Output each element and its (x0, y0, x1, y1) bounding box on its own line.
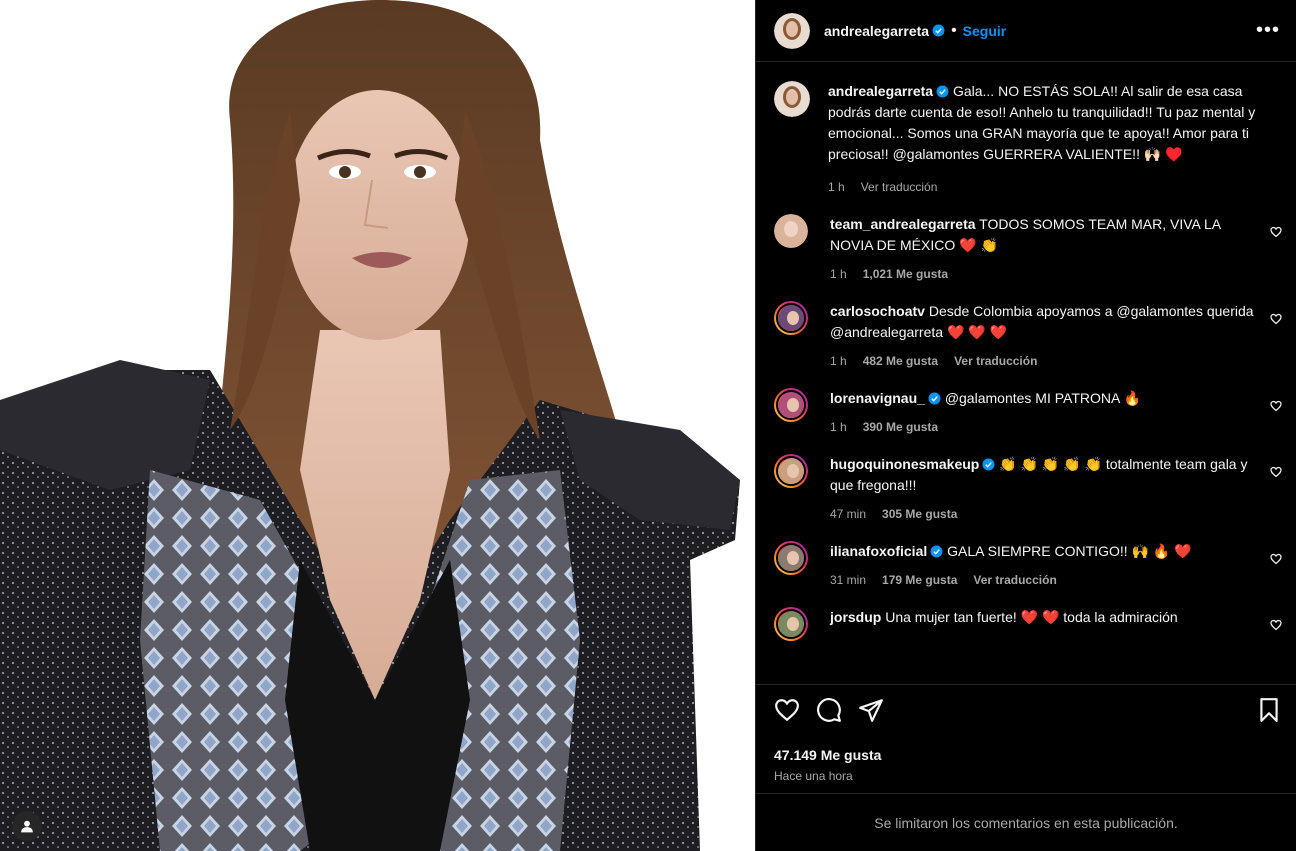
verified-badge-icon (982, 458, 995, 471)
caption-username[interactable]: andrealegarreta (828, 83, 933, 99)
commenter-avatar[interactable] (774, 454, 808, 488)
commenter-username[interactable]: hugoquinonesmakeup (830, 456, 979, 472)
comment-item: ilianafoxoficial GALA SIEMPRE CONTIGO!! … (774, 541, 1282, 591)
comment-likes[interactable]: 390 Me gusta (863, 417, 938, 438)
translate-link[interactable]: Ver traducción (861, 177, 938, 198)
caption-time[interactable]: 1 h (828, 177, 845, 198)
heart-icon[interactable] (1270, 466, 1282, 478)
heart-icon[interactable] (1270, 553, 1282, 565)
comment-time[interactable]: 1 h (830, 351, 847, 372)
share-icon[interactable] (858, 697, 884, 723)
comment-text: Una mujer tan fuerte! ❤️ ❤️ toda la admi… (885, 609, 1178, 625)
comment-item: team_andrealegarreta TODOS SOMOS TEAM MA… (774, 214, 1282, 285)
post-caption: andrealegarreta Gala... NO ESTÁS SOLA!! … (774, 81, 1282, 198)
comment-rows: team_andrealegarreta TODOS SOMOS TEAM MA… (774, 214, 1282, 641)
comment-item: jorsdup Una mujer tan fuerte! ❤️ ❤️ toda… (774, 607, 1282, 641)
heart-icon[interactable] (774, 697, 800, 723)
tagged-users-button[interactable] (12, 811, 42, 841)
follow-button[interactable]: Seguir (963, 23, 1007, 39)
heart-icon[interactable] (1270, 226, 1282, 238)
author-username[interactable]: andrealegarreta (824, 23, 929, 39)
comments-limited-notice: Se limitaron los comentarios en esta pub… (756, 793, 1296, 851)
verified-badge-icon (936, 85, 949, 98)
commenter-username[interactable]: lorenavignau_ (830, 390, 925, 406)
author-avatar[interactable] (774, 12, 810, 49)
comments-list[interactable]: andrealegarreta Gala... NO ESTÁS SOLA!! … (756, 63, 1296, 683)
user-tag-icon (21, 820, 33, 833)
post-actions: 47.149 Me gusta Hace una hora (756, 684, 1296, 783)
commenter-username[interactable]: ilianafoxoficial (830, 543, 927, 559)
commenter-avatar[interactable] (774, 541, 808, 575)
comment-likes[interactable]: 1,021 Me gusta (863, 264, 948, 285)
comment-time[interactable]: 1 h (830, 417, 847, 438)
separator-dot: • (951, 21, 957, 39)
heart-icon[interactable] (1270, 313, 1282, 325)
comment-likes[interactable]: 179 Me gusta (882, 570, 957, 591)
comment-likes[interactable]: 482 Me gusta (863, 351, 938, 372)
comment-icon[interactable] (816, 697, 842, 723)
commenter-username[interactable]: team_andrealegarreta (830, 216, 976, 232)
commenter-avatar[interactable] (774, 607, 808, 641)
comment-item: hugoquinonesmakeup 👏 👏 👏 👏 👏 totalmente … (774, 454, 1282, 525)
post-photo (0, 0, 755, 851)
comment-time[interactable]: 1 h (830, 264, 847, 285)
post-time[interactable]: Hace una hora (774, 769, 1282, 783)
post-header: andrealegarreta • Seguir ••• (756, 0, 1296, 62)
comment-likes[interactable]: 305 Me gusta (882, 504, 957, 525)
caption-author-avatar[interactable] (774, 81, 810, 117)
commenter-username[interactable]: jorsdup (830, 609, 881, 625)
comment-time[interactable]: 47 min (830, 504, 866, 525)
bookmark-icon[interactable] (1256, 697, 1282, 723)
comment-item: lorenavignau_ @galamontes MI PATRONA 🔥 1 … (774, 388, 1282, 438)
post-sidebar: andrealegarreta • Seguir ••• andrealegar… (755, 0, 1296, 851)
comment-time[interactable]: 31 min (830, 570, 866, 591)
verified-badge-icon (930, 545, 943, 558)
comment-item: carlosochoatv Desde Colombia apoyamos a … (774, 301, 1282, 372)
comment-text: @galamontes MI PATRONA 🔥 (944, 390, 1141, 406)
more-options-button[interactable]: ••• (1256, 19, 1280, 42)
translate-link[interactable]: Ver traducción (973, 570, 1056, 591)
verified-badge-icon (932, 24, 945, 37)
heart-icon[interactable] (1270, 400, 1282, 412)
commenter-avatar[interactable] (774, 388, 808, 422)
verified-badge-icon (928, 392, 941, 405)
post-image[interactable] (0, 0, 755, 851)
commenter-avatar[interactable] (774, 214, 808, 248)
comment-text: GALA SIEMPRE CONTIGO!! 🙌 🔥 ❤️ (947, 543, 1192, 559)
likes-count[interactable]: 47.149 Me gusta (774, 747, 1282, 763)
commenter-username[interactable]: carlosochoatv (830, 303, 925, 319)
heart-icon[interactable] (1270, 619, 1282, 631)
translate-link[interactable]: Ver traducción (954, 351, 1037, 372)
commenter-avatar[interactable] (774, 301, 808, 335)
